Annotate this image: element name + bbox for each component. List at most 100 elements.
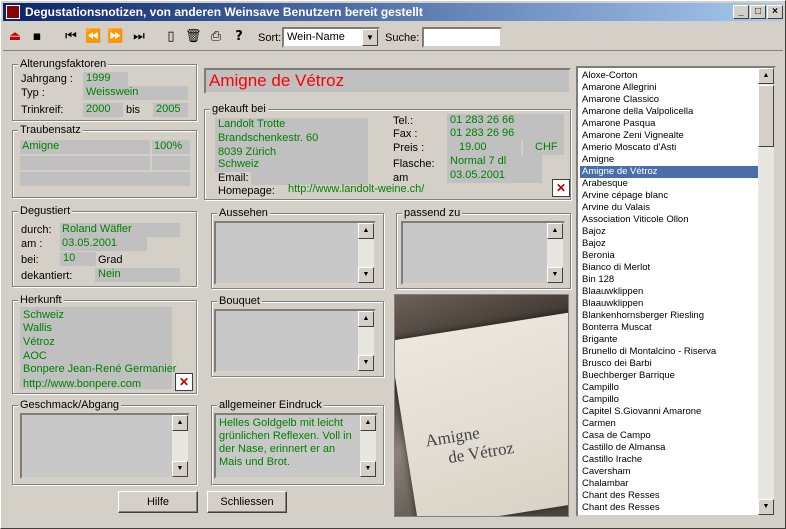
eindruck-textarea[interactable]: Helles Goldgelb mit leicht grünlichen Re… bbox=[214, 413, 378, 479]
search-input[interactable] bbox=[422, 27, 502, 48]
scroll-down-icon[interactable]: ▼ bbox=[172, 461, 188, 477]
new-document-icon[interactable]: ▯ bbox=[163, 29, 179, 45]
grape-percent-field[interactable]: 100% bbox=[152, 140, 190, 154]
herkunft-region[interactable]: Wallis bbox=[23, 322, 52, 334]
wine-list-item[interactable]: Amarone Pasqua bbox=[580, 118, 760, 130]
herkunft-klasse[interactable]: AOC bbox=[23, 350, 47, 362]
passend-scrollbar[interactable]: ▲ ▼ bbox=[547, 223, 563, 283]
close-button[interactable]: × bbox=[767, 5, 783, 19]
wine-list-item[interactable]: Bonterra Muscat bbox=[580, 322, 760, 334]
grape-field-3[interactable] bbox=[20, 172, 190, 186]
open-link-icon[interactable]: ✕ bbox=[552, 179, 570, 197]
wine-list-item[interactable]: Campillo bbox=[580, 382, 760, 394]
bouquet-textarea[interactable]: ▲ ▼ bbox=[214, 309, 376, 373]
chevron-down-icon[interactable]: ▼ bbox=[362, 29, 378, 46]
gekauft-am-field[interactable]: 03.05.2001 bbox=[447, 169, 542, 183]
shop-country-field[interactable]: Schweiz bbox=[215, 158, 368, 172]
wine-list-item[interactable]: Capitel S.Giovanni Amarone bbox=[580, 406, 760, 418]
wine-list-item[interactable]: Blaauwklippen bbox=[580, 286, 760, 298]
herkunft-ort[interactable]: Vétroz bbox=[23, 336, 55, 348]
wine-list[interactable]: Aloxe-Corton Amarone Allegrini Amarone Cla… bbox=[576, 66, 776, 517]
wine-list-item[interactable]: Chant des Resses bbox=[580, 490, 760, 502]
grape-percent-field-2[interactable] bbox=[152, 156, 190, 170]
wine-list-item[interactable]: Casa de Campo bbox=[580, 430, 760, 442]
geschmack-scrollbar[interactable]: ▲ ▼ bbox=[172, 415, 188, 477]
herkunft-produzent[interactable]: Bonpere Jean-René Germanier bbox=[23, 363, 176, 375]
next-record-icon[interactable]: ⏩ bbox=[107, 29, 123, 45]
currency-field[interactable]: CHF bbox=[523, 141, 564, 155]
wine-list-item[interactable]: Caversham bbox=[580, 466, 760, 478]
wine-list-item[interactable]: Castillo de Almansa bbox=[580, 442, 760, 454]
help-icon[interactable]: ? bbox=[231, 29, 247, 45]
scroll-up-icon[interactable]: ▲ bbox=[360, 415, 376, 431]
wine-list-scrollbar[interactable]: ▲ ▼ bbox=[758, 68, 774, 515]
wine-list-item[interactable]: Blaauwklippen bbox=[580, 298, 760, 310]
durch-field[interactable]: Roland Wäfler bbox=[60, 223, 180, 237]
wine-list-item[interactable]: Bianco di Merlot bbox=[580, 262, 760, 274]
scroll-down-icon[interactable]: ▼ bbox=[758, 499, 774, 515]
herkunft-land[interactable]: Schweiz bbox=[23, 309, 64, 321]
scroll-down-icon[interactable]: ▼ bbox=[358, 267, 374, 283]
previous-record-icon[interactable]: ⏪ bbox=[85, 29, 101, 45]
aussehen-scrollbar[interactable]: ▲ ▼ bbox=[358, 223, 374, 283]
wine-list-item[interactable]: Chant des Resses bbox=[580, 502, 760, 514]
import-icon[interactable]: ⏏ bbox=[7, 29, 23, 45]
open-producer-link-icon[interactable]: ✕ bbox=[175, 373, 193, 391]
wine-list-item[interactable]: Arvine cépage blanc bbox=[580, 190, 760, 202]
wine-name-field[interactable]: Amigne de Vétroz bbox=[204, 68, 571, 94]
typ-field[interactable]: Weisswein bbox=[83, 86, 188, 100]
geschmack-textarea[interactable]: ▲ ▼ bbox=[20, 413, 190, 479]
wine-list-item[interactable]: Brunello di Montalcino - Riserva bbox=[580, 346, 760, 358]
wine-list-item[interactable]: Amigne de Vétroz bbox=[580, 166, 760, 178]
print-icon[interactable]: ⎙ bbox=[208, 29, 224, 45]
wine-list-item[interactable]: Arabesque bbox=[580, 178, 760, 190]
last-record-icon[interactable]: ⏭ bbox=[131, 29, 147, 45]
wine-list-item[interactable]: Castillo Irache bbox=[580, 454, 760, 466]
eindruck-scrollbar[interactable]: ▲ ▼ bbox=[360, 415, 376, 477]
homepage-field[interactable]: http://www.landolt-weine.ch/ bbox=[285, 183, 545, 197]
wine-list-item[interactable]: Brigante bbox=[580, 334, 760, 346]
grape-field-2[interactable] bbox=[20, 156, 150, 170]
shop-name-field[interactable]: Landolt Trotte bbox=[215, 118, 368, 132]
wine-list-item[interactable]: Buechberger Barrique bbox=[580, 370, 760, 382]
first-record-icon[interactable]: ⏮ bbox=[63, 29, 79, 45]
scroll-thumb[interactable] bbox=[758, 85, 774, 147]
degustiert-am-field[interactable]: 03.05.2001 bbox=[60, 237, 147, 251]
trinkreif-to-field[interactable]: 2005 bbox=[153, 103, 188, 117]
wine-list-item[interactable]: Amarone della Valpolicella bbox=[580, 106, 760, 118]
save-icon[interactable]: ▪ bbox=[29, 29, 45, 45]
dekantiert-field[interactable]: Nein bbox=[95, 268, 180, 282]
wine-list-item[interactable]: Arvine du Valais bbox=[580, 202, 760, 214]
aussehen-textarea[interactable]: ▲ ▼ bbox=[214, 221, 376, 285]
scroll-down-icon[interactable]: ▼ bbox=[360, 461, 376, 477]
flasche-field[interactable]: Normal 7 dl bbox=[447, 155, 542, 169]
delete-icon[interactable]: 🗑 bbox=[185, 29, 202, 45]
scroll-down-icon[interactable]: ▼ bbox=[358, 355, 374, 371]
wine-list-item[interactable]: Blankenhornsberger Riesling bbox=[580, 310, 760, 322]
scroll-up-icon[interactable]: ▲ bbox=[358, 223, 374, 239]
wine-list-item[interactable]: Bajoz bbox=[580, 226, 760, 238]
wine-list-item[interactable]: Amerio Moscato d'Asti bbox=[580, 142, 760, 154]
maximize-button[interactable]: □ bbox=[750, 5, 766, 19]
hilfe-button[interactable]: Hilfe bbox=[118, 491, 198, 513]
tel-field[interactable]: 01 283 26 66 bbox=[447, 114, 564, 128]
grape-field[interactable]: Amigne bbox=[20, 140, 150, 154]
trinkreif-from-field[interactable]: 2000 bbox=[83, 103, 123, 117]
minimize-button[interactable]: _ bbox=[733, 5, 749, 19]
scroll-up-icon[interactable]: ▲ bbox=[758, 68, 774, 84]
wine-list-item[interactable]: Brusco dei Barbi bbox=[580, 358, 760, 370]
sort-select[interactable]: Wein-Name ▼ bbox=[282, 27, 380, 48]
wine-list-item[interactable]: Amigne bbox=[580, 154, 760, 166]
scroll-down-icon[interactable]: ▼ bbox=[547, 267, 563, 283]
passend-textarea[interactable]: ▲ ▼ bbox=[401, 221, 565, 285]
bei-field[interactable]: 10 bbox=[60, 252, 96, 266]
wine-list-item[interactable]: Bin 128 bbox=[580, 274, 760, 286]
jahrgang-field[interactable]: 1999 bbox=[83, 72, 128, 86]
fax-field[interactable]: 01 283 26 96 bbox=[447, 127, 564, 141]
wine-list-item[interactable]: Campillo bbox=[580, 394, 760, 406]
bouquet-scrollbar[interactable]: ▲ ▼ bbox=[358, 311, 374, 371]
wine-list-item[interactable]: Amarone Zeni Vignealte bbox=[580, 130, 760, 142]
wine-list-item[interactable]: Beronia bbox=[580, 250, 760, 262]
scroll-up-icon[interactable]: ▲ bbox=[172, 415, 188, 431]
wine-list-item[interactable]: Aloxe-Corton bbox=[580, 70, 760, 82]
